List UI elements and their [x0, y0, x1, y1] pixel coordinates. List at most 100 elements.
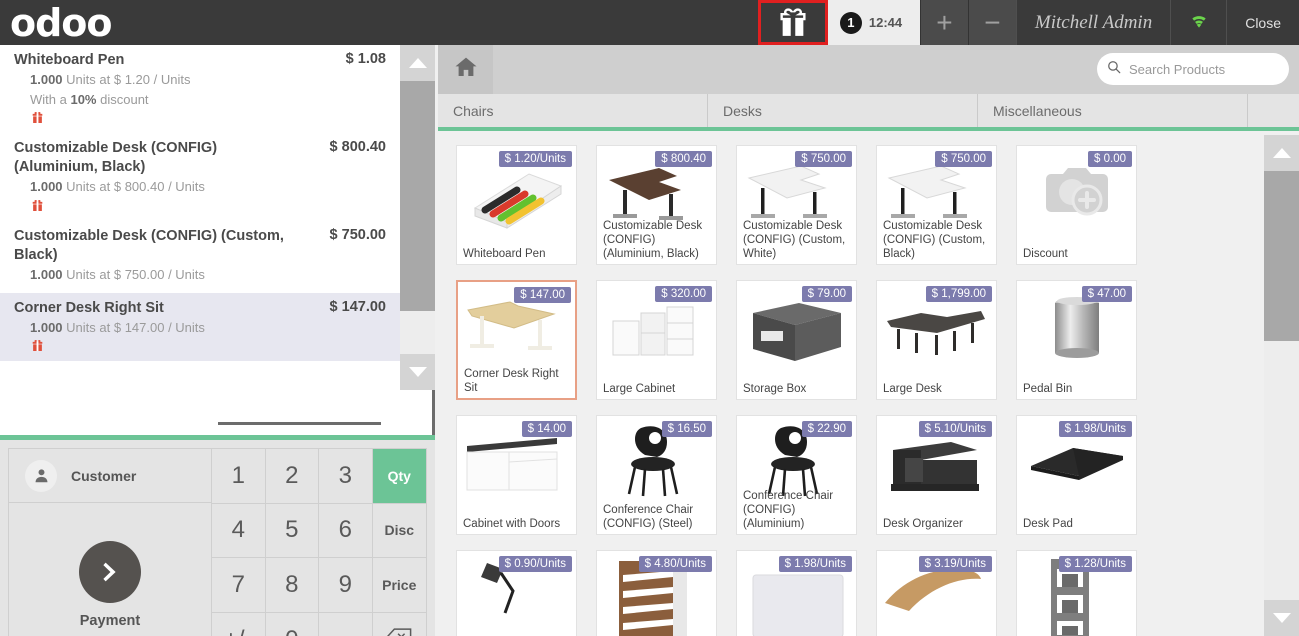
- order-line[interactable]: Customizable Desk (CONFIG) (Custom, Blac…: [0, 221, 400, 293]
- numpad-key-2[interactable]: 2: [265, 449, 319, 504]
- numpad-key-0[interactable]: 0: [265, 612, 319, 636]
- products-header: ✖: [438, 45, 1299, 94]
- product-name: Large Cabinet: [603, 382, 676, 395]
- scroll-down-button[interactable]: [400, 354, 435, 390]
- product-price-badge: $ 22.90: [801, 421, 852, 437]
- product-card[interactable]: $ 1.28/Units: [1016, 550, 1137, 636]
- product-card[interactable]: $ 0.00 Discount: [1016, 145, 1137, 265]
- gift-icon-button[interactable]: [757, 0, 828, 45]
- numpad-key-6[interactable]: 6: [319, 503, 373, 558]
- order-line-name: Customizable Desk (CONFIG) (Aluminium, B…: [14, 140, 218, 176]
- chevron-down-icon: [1272, 613, 1291, 623]
- numpad-key-3[interactable]: 3: [319, 449, 373, 504]
- discount-value: 10%: [70, 91, 97, 107]
- order-line-price: $ 147.00: [329, 298, 386, 315]
- scroll-up-button[interactable]: [1264, 135, 1299, 171]
- product-card[interactable]: $ 320.00 Large Cabinet: [596, 280, 717, 400]
- chevron-up-icon: [1272, 148, 1291, 158]
- product-price-badge: $ 1.28/Units: [1058, 556, 1132, 572]
- numpad-mode-qty[interactable]: Qty: [372, 449, 426, 504]
- product-list-scrollbar[interactable]: [1264, 135, 1299, 636]
- numpad: 1 2 3 Qty 4 5 6 Disc 7 8 9 Price +/- 0 .: [212, 449, 426, 636]
- wifi-status-button[interactable]: [1170, 0, 1226, 45]
- scroll-down-button[interactable]: [1264, 600, 1299, 636]
- product-card[interactable]: $ 1,799.00 Large Desk: [876, 280, 997, 400]
- products-panel: ✖ Chairs Desks Miscellaneous $ 1.20/Unit…: [438, 45, 1299, 636]
- remove-order-button[interactable]: −: [967, 0, 1016, 45]
- order-line-price: $ 800.40: [329, 139, 386, 156]
- numpad-key-plusminus[interactable]: +/-: [212, 612, 266, 636]
- category-tab-desks[interactable]: Desks: [708, 94, 978, 127]
- product-card[interactable]: $ 1.98/Units Desk Pad: [1016, 415, 1137, 535]
- product-card[interactable]: $ 14.00 Cabinet with Doors: [456, 415, 577, 535]
- numpad-key-decimal[interactable]: .: [319, 612, 373, 636]
- odoo-logo: odoo: [10, 0, 113, 45]
- product-name: Storage Box: [743, 382, 807, 395]
- product-card[interactable]: $ 22.90 Conference Chair (CONFIG) (Alumi…: [736, 415, 857, 535]
- product-card[interactable]: $ 16.50 Conference Chair (CONFIG) (Steel…: [596, 415, 717, 535]
- pos-screen: odoo 1 12:44 + − Mitchell Admin Close Wh…: [0, 0, 1299, 636]
- category-tab-miscellaneous[interactable]: Miscellaneous: [978, 94, 1248, 127]
- scrollbar-thumb[interactable]: [400, 81, 435, 311]
- order-line-unit-text: Units at $ 147.00 / Units: [66, 319, 205, 335]
- product-card-selected[interactable]: $ 147.00 Corner Desk Right Sit: [456, 280, 577, 400]
- numpad-mode-price[interactable]: Price: [372, 558, 426, 613]
- product-name: Customizable Desk (CONFIG) (Custom, Whit…: [743, 219, 846, 260]
- user-menu[interactable]: Mitchell Admin: [1015, 0, 1170, 45]
- order-line-unit-text: Units at $ 750.00 / Units: [66, 267, 205, 283]
- order-line-price: $ 1.08: [345, 51, 386, 67]
- category-tab-chairs[interactable]: Chairs: [438, 94, 708, 127]
- order-line-qty: 1.000: [30, 267, 63, 283]
- product-price-badge: $ 147.00: [514, 287, 571, 303]
- product-card[interactable]: $ 1.20/Units Whiteboard Pen: [456, 145, 577, 265]
- product-name: Cabinet with Doors: [463, 517, 561, 530]
- order-line-selected[interactable]: Corner Desk Right Sit $ 147.00 1.000 Uni…: [0, 292, 400, 362]
- add-order-button[interactable]: +: [919, 0, 968, 45]
- numpad-key-7[interactable]: 7: [212, 558, 266, 613]
- payment-label: Payment: [79, 613, 141, 629]
- product-card[interactable]: $ 750.00 Customizable Desk (CONFIG) (Cus…: [736, 145, 857, 265]
- order-time: 12:44: [868, 15, 903, 30]
- order-line-price: $ 750.00: [329, 226, 386, 243]
- order-line-gift-marker: [14, 338, 386, 353]
- numpad-mode-disc[interactable]: Disc: [372, 503, 426, 558]
- product-card[interactable]: $ 750.00 Customizable Desk (CONFIG) (Cus…: [876, 145, 997, 265]
- payment-button[interactable]: Payment: [9, 503, 211, 636]
- scrollbar-thumb[interactable]: [1264, 171, 1299, 341]
- search-input[interactable]: [1129, 61, 1299, 77]
- order-tab[interactable]: 1 12:44: [827, 0, 920, 45]
- product-card[interactable]: $ 800.40 Customizable Desk (CONFIG) (Alu…: [596, 145, 717, 265]
- order-lines-list: Whiteboard Pen $ 1.08 1.000 Units at $ 1…: [0, 45, 400, 390]
- product-card[interactable]: $ 5.10/Units Desk Organizer: [876, 415, 997, 535]
- product-price-badge: $ 4.80/Units: [638, 556, 712, 572]
- set-customer-button[interactable]: Customer: [9, 449, 211, 503]
- order-list-scrollbar[interactable]: [400, 45, 435, 390]
- order-line-name: Whiteboard Pen: [14, 52, 125, 68]
- backspace-icon: [386, 626, 412, 636]
- product-card[interactable]: $ 3.19/Units: [876, 550, 997, 636]
- numpad-key-4[interactable]: 4: [212, 503, 266, 558]
- product-card[interactable]: $ 4.80/Units: [596, 550, 717, 636]
- order-line[interactable]: Customizable Desk (CONFIG) (Aluminium, B…: [0, 133, 400, 221]
- order-line-discount-info: With a 10% discount: [14, 90, 386, 110]
- product-name: Conference Chair (CONFIG) (Steel): [603, 503, 694, 530]
- numpad-key-8[interactable]: 8: [265, 558, 319, 613]
- product-card[interactable]: $ 0.90/Units: [456, 550, 577, 636]
- home-button[interactable]: [438, 45, 493, 94]
- product-card[interactable]: $ 1.98/Units: [736, 550, 857, 636]
- order-line-qty: 1.000: [30, 179, 63, 195]
- product-price-badge: $ 0.00: [1088, 151, 1132, 167]
- search-box[interactable]: ✖: [1097, 53, 1299, 85]
- product-name: Desk Pad: [1023, 517, 1073, 530]
- numpad-key-9[interactable]: 9: [319, 558, 373, 613]
- order-line[interactable]: Whiteboard Pen $ 1.08 1.000 Units at $ 1…: [0, 45, 400, 133]
- product-card[interactable]: $ 79.00 Storage Box: [736, 280, 857, 400]
- numpad-key-5[interactable]: 5: [265, 503, 319, 558]
- close-button[interactable]: Close: [1226, 0, 1299, 45]
- product-card[interactable]: $ 47.00 Pedal Bin: [1016, 280, 1137, 400]
- scroll-up-button[interactable]: [400, 45, 435, 81]
- product-name: Whiteboard Pen: [463, 247, 546, 260]
- numpad-key-1[interactable]: 1: [212, 449, 266, 504]
- product-price-badge: $ 3.19/Units: [918, 556, 992, 572]
- numpad-backspace-button[interactable]: [372, 612, 426, 636]
